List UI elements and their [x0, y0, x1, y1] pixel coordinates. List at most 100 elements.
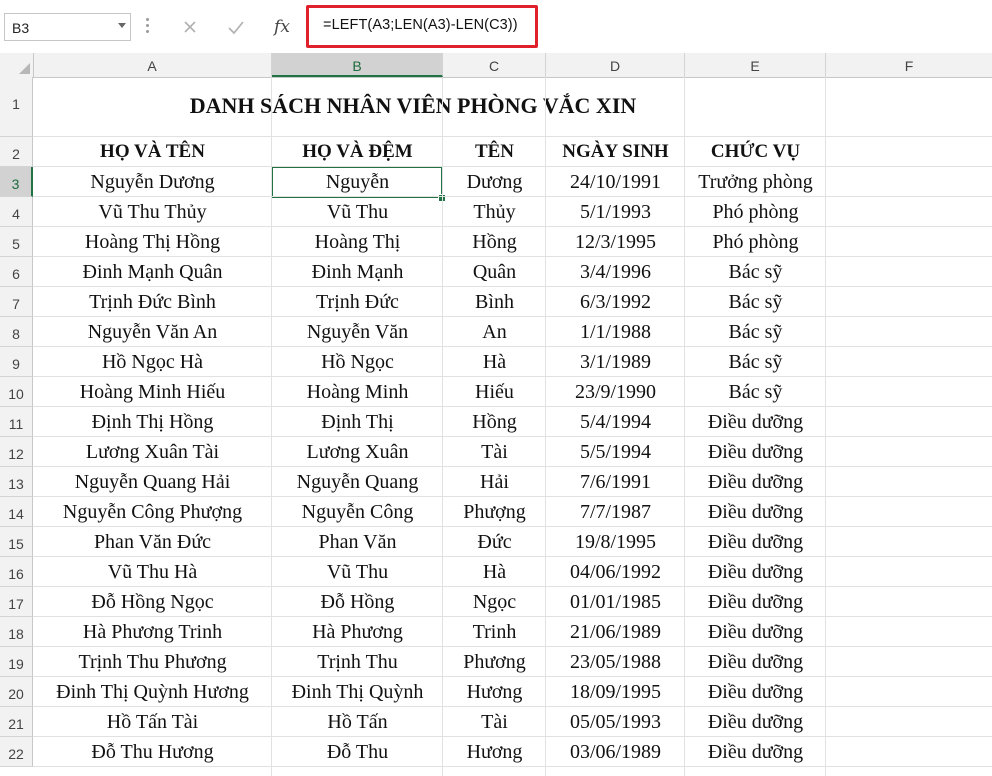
- cell-c4[interactable]: Thủy: [443, 199, 546, 225]
- cell-e15[interactable]: Điều dưỡng: [685, 529, 826, 555]
- cell-a10[interactable]: Hoàng Minh Hiếu: [33, 379, 272, 405]
- cell-e6[interactable]: Bác sỹ: [685, 259, 826, 285]
- cell-c17[interactable]: Ngọc: [443, 589, 546, 615]
- cell-a19[interactable]: Trịnh Thu Phương: [33, 649, 272, 675]
- cell-c6[interactable]: Quân: [443, 259, 546, 285]
- cell-c10[interactable]: Hiếu: [443, 379, 546, 405]
- row-header-15[interactable]: 15: [0, 527, 33, 557]
- cell-d5[interactable]: 12/3/1995: [546, 229, 685, 255]
- cell-a3[interactable]: Nguyễn Dương: [33, 169, 272, 195]
- cell-c13[interactable]: Hải: [443, 469, 546, 495]
- header-cell-e[interactable]: CHỨC VỤ: [685, 139, 826, 165]
- cell-d19[interactable]: 23/05/1988: [546, 649, 685, 675]
- cell-e7[interactable]: Bác sỹ: [685, 289, 826, 315]
- cell-a16[interactable]: Vũ Thu Hà: [33, 559, 272, 585]
- cell-b11[interactable]: Định Thị: [272, 409, 443, 435]
- cell-d18[interactable]: 21/06/1989: [546, 619, 685, 645]
- row-header-8[interactable]: 8: [0, 317, 33, 347]
- row-header-6[interactable]: 6: [0, 257, 33, 287]
- row-header-22[interactable]: 22: [0, 737, 33, 767]
- cell-e4[interactable]: Phó phòng: [685, 199, 826, 225]
- cell-a14[interactable]: Nguyễn Công Phượng: [33, 499, 272, 525]
- cell-c12[interactable]: Tài: [443, 439, 546, 465]
- cell-d20[interactable]: 18/09/1995: [546, 679, 685, 705]
- cell-b14[interactable]: Nguyễn Công: [272, 499, 443, 525]
- cell-d14[interactable]: 7/7/1987: [546, 499, 685, 525]
- cell-b15[interactable]: Phan Văn: [272, 529, 443, 555]
- cell-b20[interactable]: Đinh Thị Quỳnh: [272, 679, 443, 705]
- cell-a17[interactable]: Đỗ Hồng Ngọc: [33, 589, 272, 615]
- cell-e5[interactable]: Phó phòng: [685, 229, 826, 255]
- cell-d16[interactable]: 04/06/1992: [546, 559, 685, 585]
- enter-button[interactable]: [223, 14, 249, 40]
- row-header-11[interactable]: 11: [0, 407, 33, 437]
- cell-a15[interactable]: Phan Văn Đức: [33, 529, 272, 555]
- row-header-10[interactable]: 10: [0, 377, 33, 407]
- cell-e9[interactable]: Bác sỹ: [685, 349, 826, 375]
- column-header-c[interactable]: C: [443, 53, 546, 77]
- row-header-5[interactable]: 5: [0, 227, 33, 257]
- row-header-14[interactable]: 14: [0, 497, 33, 527]
- cell-e10[interactable]: Bác sỹ: [685, 379, 826, 405]
- cell-c5[interactable]: Hồng: [443, 229, 546, 255]
- insert-function-button[interactable]: fx: [269, 14, 295, 40]
- cell-b9[interactable]: Hồ Ngọc: [272, 349, 443, 375]
- cell-b3[interactable]: Nguyễn: [272, 169, 443, 195]
- cell-b17[interactable]: Đỗ Hồng: [272, 589, 443, 615]
- cell-c3[interactable]: Dương: [443, 169, 546, 195]
- sheet-title[interactable]: DANH SÁCH NHÂN VIÊN PHÒNG VẮC XIN: [33, 93, 793, 119]
- cell-a5[interactable]: Hoàng Thị Hồng: [33, 229, 272, 255]
- cell-d6[interactable]: 3/4/1996: [546, 259, 685, 285]
- cell-d22[interactable]: 03/06/1989: [546, 739, 685, 765]
- cell-e19[interactable]: Điều dưỡng: [685, 649, 826, 675]
- cell-b13[interactable]: Nguyễn Quang: [272, 469, 443, 495]
- row-header-17[interactable]: 17: [0, 587, 33, 617]
- row-header-12[interactable]: 12: [0, 437, 33, 467]
- cell-d8[interactable]: 1/1/1988: [546, 319, 685, 345]
- cell-c18[interactable]: Trinh: [443, 619, 546, 645]
- cell-a12[interactable]: Lương Xuân Tài: [33, 439, 272, 465]
- row-header-7[interactable]: 7: [0, 287, 33, 317]
- cell-e11[interactable]: Điều dưỡng: [685, 409, 826, 435]
- cell-b8[interactable]: Nguyễn Văn: [272, 319, 443, 345]
- cell-a13[interactable]: Nguyễn Quang Hải: [33, 469, 272, 495]
- more-icon[interactable]: [146, 18, 150, 36]
- cell-e12[interactable]: Điều dưỡng: [685, 439, 826, 465]
- cell-c15[interactable]: Đức: [443, 529, 546, 555]
- column-header-a[interactable]: A: [33, 53, 272, 77]
- cell-c16[interactable]: Hà: [443, 559, 546, 585]
- column-header-b[interactable]: B: [272, 53, 443, 77]
- row-header-9[interactable]: 9: [0, 347, 33, 377]
- cell-d21[interactable]: 05/05/1993: [546, 709, 685, 735]
- cell-b22[interactable]: Đỗ Thu: [272, 739, 443, 765]
- cell-c11[interactable]: Hồng: [443, 409, 546, 435]
- cell-b10[interactable]: Hoàng Minh: [272, 379, 443, 405]
- cell-d11[interactable]: 5/4/1994: [546, 409, 685, 435]
- cell-e21[interactable]: Điều dưỡng: [685, 709, 826, 735]
- cell-b18[interactable]: Hà Phương: [272, 619, 443, 645]
- cell-b21[interactable]: Hồ Tấn: [272, 709, 443, 735]
- cell-c21[interactable]: Tài: [443, 709, 546, 735]
- cell-c19[interactable]: Phương: [443, 649, 546, 675]
- row-header-13[interactable]: 13: [0, 467, 33, 497]
- cancel-button[interactable]: [177, 14, 203, 40]
- cell-a4[interactable]: Vũ Thu Thủy: [33, 199, 272, 225]
- cell-a22[interactable]: Đỗ Thu Hương: [33, 739, 272, 765]
- row-header-3[interactable]: 3: [0, 167, 33, 197]
- cell-b16[interactable]: Vũ Thu: [272, 559, 443, 585]
- cell-e22[interactable]: Điều dưỡng: [685, 739, 826, 765]
- cell-e18[interactable]: Điều dưỡng: [685, 619, 826, 645]
- cell-a8[interactable]: Nguyễn Văn An: [33, 319, 272, 345]
- name-box[interactable]: B3: [4, 13, 131, 41]
- cell-d7[interactable]: 6/3/1992: [546, 289, 685, 315]
- cell-b12[interactable]: Lương Xuân: [272, 439, 443, 465]
- select-all-button[interactable]: [0, 53, 34, 77]
- cell-d3[interactable]: 24/10/1991: [546, 169, 685, 195]
- cell-a6[interactable]: Đinh Mạnh Quân: [33, 259, 272, 285]
- column-header-f[interactable]: F: [826, 53, 992, 77]
- cell-e16[interactable]: Điều dưỡng: [685, 559, 826, 585]
- row-header-18[interactable]: 18: [0, 617, 33, 647]
- cell-b5[interactable]: Hoàng Thị: [272, 229, 443, 255]
- header-cell-c[interactable]: TÊN: [443, 139, 546, 165]
- cell-c9[interactable]: Hà: [443, 349, 546, 375]
